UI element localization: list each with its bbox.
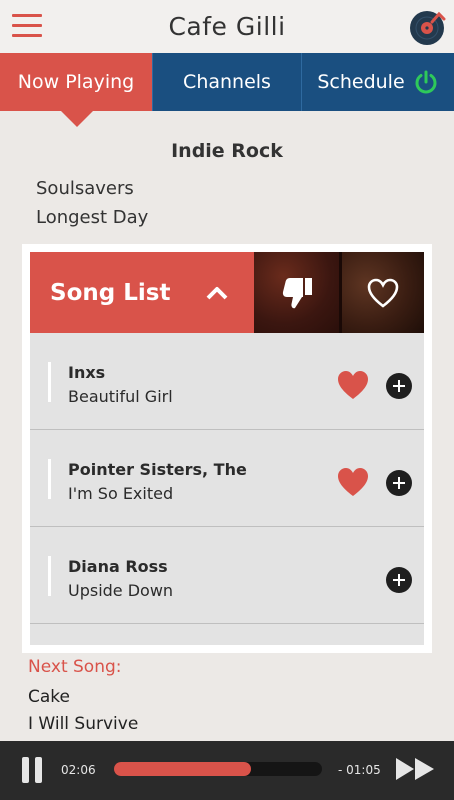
channel-genre: Indie Rock: [171, 140, 283, 162]
now-playing-title: Longest Day: [36, 207, 149, 228]
song-list-item[interactable]: Diana Ross Upside Down: [30, 527, 424, 624]
plus-circle-icon[interactable]: [386, 567, 412, 593]
song-list-item[interactable]: Inxs Beautiful Girl: [30, 333, 424, 430]
next-song-label: Next Song:: [28, 657, 122, 677]
plus-circle-icon[interactable]: [386, 470, 412, 496]
next-song-artist: Cake: [28, 687, 70, 707]
tab-schedule-label: Schedule: [317, 71, 405, 93]
song-title: Beautiful Girl: [68, 387, 173, 406]
next-song-title: I Will Survive: [28, 714, 139, 734]
dislike-button[interactable]: [254, 252, 342, 333]
chevron-up-icon: [207, 286, 228, 299]
tab-now-playing[interactable]: Now Playing: [0, 53, 152, 111]
tab-schedule[interactable]: Schedule: [301, 53, 454, 111]
song-title: Upside Down: [68, 581, 174, 600]
pause-icon[interactable]: [22, 757, 44, 783]
like-button[interactable]: [342, 252, 424, 333]
song-title: I'm So Exited: [68, 484, 174, 503]
progress-bar[interactable]: [114, 762, 322, 776]
row-divider-bar: [48, 362, 51, 402]
song-artist: Pointer Sisters, The: [68, 460, 247, 479]
row-divider-bar: [48, 459, 51, 499]
song-list-header: Song List: [30, 252, 424, 333]
tab-channels[interactable]: Channels: [152, 53, 301, 111]
heart-filled-icon[interactable]: [336, 466, 370, 498]
main-tabs: Now Playing Channels Schedule: [0, 53, 454, 111]
time-remaining: - 01:05: [338, 763, 381, 777]
song-list-panel: Song List Inxs Beautiful Girl Pointer Si…: [22, 244, 432, 653]
player-bar: 02:06 - 01:05: [0, 741, 454, 800]
song-list: Inxs Beautiful Girl Pointer Sisters, The…: [30, 333, 424, 645]
time-elapsed: 02:06: [61, 763, 96, 777]
power-icon[interactable]: [413, 69, 439, 95]
tab-now-playing-label: Now Playing: [17, 71, 135, 93]
row-divider-bar: [48, 556, 51, 596]
app-header: Cafe Gilli: [0, 0, 454, 53]
fast-forward-icon[interactable]: [394, 755, 438, 783]
active-tab-pointer: [61, 111, 93, 127]
vinyl-record-logo-icon[interactable]: [408, 8, 446, 46]
song-list-toggle[interactable]: Song List: [30, 252, 254, 333]
heart-outline-icon: [367, 278, 399, 308]
plus-circle-icon[interactable]: [386, 373, 412, 399]
thumbs-down-icon: [282, 277, 312, 308]
app-title: Cafe Gilli: [168, 12, 286, 41]
song-list-item[interactable]: Pointer Sisters, The I'm So Exited: [30, 430, 424, 527]
heart-filled-icon[interactable]: [336, 369, 370, 401]
tab-channels-label: Channels: [183, 71, 271, 93]
progress-fill: [114, 762, 252, 776]
now-playing-artist: Soulsavers: [36, 178, 134, 199]
song-list-label: Song List: [50, 279, 171, 306]
song-artist: Diana Ross: [68, 557, 168, 576]
song-artist: Inxs: [68, 363, 106, 382]
